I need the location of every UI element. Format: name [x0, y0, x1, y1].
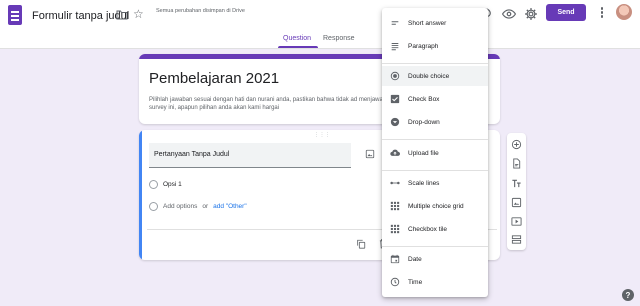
checkbox-grid-icon [390, 224, 400, 234]
help-icon[interactable]: ? [622, 289, 634, 301]
menu-item-multiple-choice-grid[interactable]: Multiple choice grid [382, 196, 488, 216]
grid-icon [390, 201, 400, 211]
star-icon[interactable]: ☆ [133, 8, 144, 20]
import-questions-icon[interactable] [511, 158, 522, 169]
avatar[interactable] [616, 4, 632, 20]
paragraph-icon [391, 43, 399, 51]
option-row[interactable]: Opsi 1 [149, 180, 182, 189]
menu-item-upload-file[interactable]: Upload file [382, 143, 488, 163]
add-option-link[interactable]: Add options [163, 203, 197, 210]
side-toolbar [507, 133, 526, 250]
menu-item-scale-lines[interactable]: Scale lines [382, 173, 488, 193]
top-app-bar: Formulir tanpa judul ☆ Semua perubahan d… [0, 0, 640, 48]
menu-item-check-box[interactable]: Check Box [382, 89, 488, 109]
menu-divider [382, 139, 488, 140]
form-title[interactable]: Pembelajaran 2021 [149, 70, 279, 87]
menu-item-label: Drop-down [408, 118, 440, 126]
menu-item-time[interactable]: Time [382, 272, 488, 292]
menu-divider [382, 63, 488, 64]
document-title[interactable]: Formulir tanpa judul [32, 10, 129, 22]
or-text: or [202, 203, 209, 210]
menu-item-label: Paragraph [408, 42, 439, 50]
add-option-row: Add options or add "Other" [149, 202, 247, 211]
upload-icon [390, 149, 400, 156]
header-divider [0, 48, 640, 49]
form-description[interactable]: Pilihlah jawaban sesuai dengan hati dan … [149, 96, 389, 112]
menu-item-label: Date [408, 255, 422, 263]
add-video-icon[interactable] [511, 216, 522, 227]
menu-item-drop-down[interactable]: Drop-down [382, 112, 488, 132]
radio-circle-icon [149, 180, 158, 189]
tab-response[interactable]: Response [323, 35, 355, 42]
menu-item-label: Multiple choice grid [408, 202, 464, 210]
menu-item-short-answer[interactable]: Short answer [382, 13, 488, 33]
preview-eye-icon[interactable] [502, 7, 516, 21]
active-question-indicator [139, 130, 142, 260]
settings-gear-icon[interactable] [524, 7, 538, 21]
short-answer-icon [391, 21, 399, 25]
menu-item-label: Upload file [408, 149, 439, 157]
menu-item-checkbox-tile[interactable]: Checkbox tile [382, 219, 488, 239]
radio-circle-icon [149, 202, 158, 211]
save-status: Semua perubahan disimpan di Drive [156, 8, 245, 14]
folder-icon[interactable] [116, 10, 128, 20]
menu-item-label: Checkbox tile [408, 225, 448, 233]
menu-item-label: Time [408, 278, 423, 286]
menu-item-label: Scale lines [408, 179, 440, 187]
add-question-icon[interactable] [511, 139, 522, 150]
add-section-icon[interactable] [511, 234, 522, 245]
duplicate-icon[interactable] [356, 239, 366, 249]
add-image-icon[interactable] [511, 197, 522, 208]
radio-button-icon [390, 71, 400, 81]
menu-item-label: Check Box [408, 95, 440, 103]
dropdown-icon [390, 117, 400, 127]
menu-item-label: Short answer [408, 19, 447, 27]
option-label[interactable]: Opsi 1 [163, 181, 182, 188]
send-button[interactable]: Send [546, 4, 586, 21]
menu-item-paragraph[interactable]: Paragraph [382, 36, 488, 56]
checkbox-icon [390, 94, 400, 104]
menu-item-date[interactable]: Date [382, 249, 488, 269]
drag-handle-icon[interactable]: ⋮⋮⋮ [314, 133, 331, 138]
add-other-link[interactable]: add "Other" [213, 203, 247, 210]
calendar-icon [390, 254, 400, 264]
linear-scale-icon [390, 181, 400, 185]
add-image-icon[interactable] [365, 149, 375, 159]
add-title-icon[interactable] [511, 178, 522, 189]
menu-divider [382, 170, 488, 171]
question-type-menu: Short answer Paragraph Double choice Che… [382, 8, 488, 297]
menu-item-double-choice[interactable]: Double choice [382, 66, 488, 86]
menu-item-label: Double choice [408, 72, 450, 80]
question-title-input[interactable]: Pertanyaan Tanpa Judul [149, 143, 351, 168]
forms-logo-icon[interactable] [8, 5, 22, 25]
more-vert-icon[interactable] [600, 7, 604, 19]
menu-divider [382, 246, 488, 247]
clock-icon [390, 277, 400, 287]
tab-question[interactable]: Question [283, 35, 311, 42]
